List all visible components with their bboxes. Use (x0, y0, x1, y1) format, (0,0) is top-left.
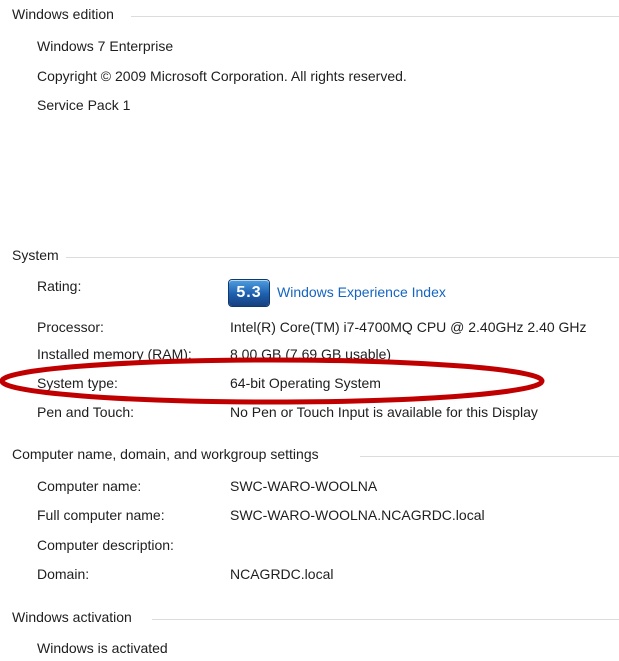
copyright-text: Copyright © 2009 Microsoft Corporation. … (37, 68, 407, 84)
section-divider (360, 456, 619, 457)
system-type-label: System type: (37, 375, 118, 391)
section-title-text: Windows edition (12, 6, 114, 22)
activation-status: Windows is activated (37, 640, 168, 656)
section-title-text: System (12, 247, 59, 263)
pen-touch-label: Pen and Touch: (37, 404, 135, 420)
section-title-system: System (12, 247, 65, 263)
computer-name-label: Computer name: (37, 478, 142, 494)
rating-label: Rating: (37, 278, 82, 294)
service-pack-text: Service Pack 1 (37, 97, 131, 113)
full-computer-name-value: SWC-WARO-WOOLNA.NCAGRDC.local (230, 507, 485, 523)
computer-name-value: SWC-WARO-WOOLNA (230, 478, 378, 494)
pen-touch-value: No Pen or Touch Input is available for t… (230, 404, 538, 420)
full-computer-name-label: Full computer name: (37, 507, 165, 523)
processor-value: Intel(R) Core(TM) i7-4700MQ CPU @ 2.40GH… (230, 319, 587, 335)
section-title-text: Computer name, domain, and workgroup set… (12, 446, 319, 462)
processor-label: Processor: (37, 319, 104, 335)
section-divider (152, 619, 619, 620)
domain-value: NCAGRDC.local (230, 566, 334, 582)
memory-label: Installed memory (RAM): (37, 346, 192, 362)
section-divider (131, 16, 619, 17)
wei-score-badge[interactable]: 5.3 (229, 280, 269, 306)
wei-score-value: 5.3 (236, 284, 262, 301)
system-type-value: 64-bit Operating System (230, 375, 381, 391)
section-title-windows-activation: Windows activation (12, 609, 138, 625)
section-title-text: Windows activation (12, 609, 132, 625)
windows-edition-name: Windows 7 Enterprise (37, 38, 174, 54)
computer-description-label: Computer description: (37, 537, 174, 553)
memory-value: 8.00 GB (7.69 GB usable) (230, 346, 392, 362)
windows-experience-index-link[interactable]: Windows Experience Index (277, 284, 446, 300)
domain-label: Domain: (37, 566, 90, 582)
section-title-windows-edition: Windows edition (12, 6, 120, 22)
section-divider (66, 257, 619, 258)
section-title-computer-name: Computer name, domain, and workgroup set… (12, 446, 325, 462)
